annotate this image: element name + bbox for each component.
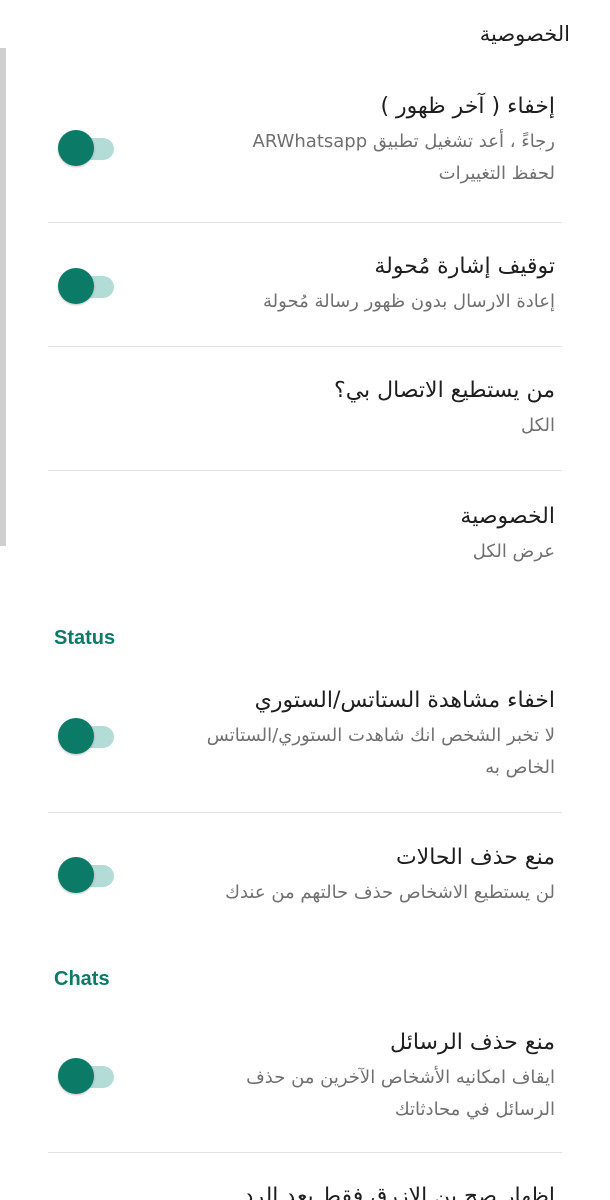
setting-subtitle: إعادة الارسال بدون ظهور رسالة مُحولة <box>263 291 555 312</box>
setting-subtitle: الكل <box>520 415 555 436</box>
setting-subtitle-line2: الخاص به <box>485 757 555 778</box>
setting-prevent-status-delete[interactable]: منع حذف الحالات لن يستطيع الاشخاص حذف حا… <box>0 843 610 937</box>
hide-story-view-toggle[interactable] <box>58 718 114 754</box>
setting-subtitle: رجاءً ، أعد تشغيل تطبيق ARWhatsapp لحفظ … <box>253 126 556 190</box>
page-title: الخصوصية <box>479 22 570 46</box>
setting-privacy[interactable]: الخصوصية عرض الكل <box>0 502 610 592</box>
setting-hide-last-seen[interactable]: إخفاء ( آخر ظهور ) رجاءً ، أعد تشغيل تطب… <box>0 92 610 222</box>
section-header-status: Status <box>54 627 116 649</box>
section-header-chats: Chats <box>54 968 110 990</box>
prevent-status-delete-toggle[interactable] <box>58 857 114 893</box>
setting-subtitle: ايقاف امكانيه الأشخاص الآخرين من حذف الر… <box>246 1062 555 1126</box>
setting-subtitle-line1: رجاءً ، أعد تشغيل تطبيق ARWhatsapp <box>252 131 556 152</box>
divider <box>48 346 562 347</box>
setting-subtitle: لن يستطيع الاشخاص حذف حالتهم من عندك <box>225 882 555 903</box>
setting-prevent-message-delete[interactable]: منع حذف الرسائل ايقاف امكانيه الأشخاص ال… <box>0 1028 610 1152</box>
setting-subtitle-line2: لحفظ التغييرات <box>438 163 555 184</box>
divider <box>48 222 562 223</box>
divider <box>48 470 562 471</box>
setting-subtitle-line1: لا تخبر الشخص انك شاهدت الستوري/الستاتس <box>206 725 555 746</box>
prevent-message-delete-toggle[interactable] <box>58 1058 114 1094</box>
setting-subtitle-line1: ايقاف امكانيه الأشخاص الآخرين من حذف <box>246 1067 555 1088</box>
divider <box>48 812 562 813</box>
setting-title: من يستطيع الاتصال بي؟ <box>334 378 555 403</box>
setting-title: منع حذف الحالات <box>395 845 555 870</box>
setting-title: منع حذف الرسائل <box>390 1030 555 1055</box>
setting-disable-forwarded[interactable]: توقيف إشارة مُحولة إعادة الارسال بدون ظه… <box>0 252 610 346</box>
hide-last-seen-toggle[interactable] <box>58 130 114 166</box>
setting-title: الخصوصية <box>460 504 555 529</box>
setting-blue-ticks-after-reply[interactable]: اظهار صح بن الازرق فقط بعد الرد <box>0 1182 610 1200</box>
setting-subtitle: عرض الكل <box>472 541 555 562</box>
setting-title: توقيف إشارة مُحولة <box>374 254 555 279</box>
toggle-thumb <box>58 1058 94 1094</box>
setting-title: اخفاء مشاهدة الستاتس/الستوري <box>254 688 555 713</box>
setting-who-can-call[interactable]: من يستطيع الاتصال بي؟ الكل <box>0 376 610 470</box>
toggle-thumb <box>58 268 94 304</box>
setting-title: اظهار صح بن الازرق فقط بعد الرد <box>243 1184 555 1200</box>
disable-forwarded-toggle[interactable] <box>58 268 114 304</box>
setting-subtitle: لا تخبر الشخص انك شاهدت الستوري/الستاتس … <box>207 720 555 784</box>
divider <box>48 1152 562 1153</box>
setting-title: إخفاء ( آخر ظهور ) <box>380 94 555 119</box>
toggle-thumb <box>58 857 94 893</box>
toggle-thumb <box>58 130 94 166</box>
setting-subtitle-line2: الرسائل في محادثاتك <box>394 1099 555 1120</box>
setting-hide-story-view[interactable]: اخفاء مشاهدة الستاتس/الستوري لا تخبر الش… <box>0 686 610 812</box>
toggle-thumb <box>58 718 94 754</box>
